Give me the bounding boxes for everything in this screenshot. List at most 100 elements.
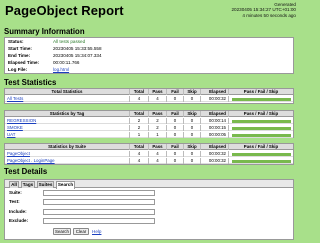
pass-fail-bar <box>232 126 291 130</box>
pass-bar-fill <box>232 159 291 163</box>
stat-skip-cell: 0 <box>183 96 200 102</box>
stat-bar-cell <box>228 118 293 124</box>
stat-elapsed-cell: 00:00:14 <box>200 118 228 124</box>
include-field-label: Include: <box>9 209 27 214</box>
tab-suites[interactable]: Suites <box>37 181 54 188</box>
stat-bar-cell <box>228 125 293 131</box>
stat-row: PageObject . LoginPage 4 4 0 0 00:00:32 <box>5 158 293 164</box>
stat-name-link[interactable]: PageObject <box>5 151 129 157</box>
exclude-field-label: Exclude: <box>9 218 29 223</box>
pass-bar-fill <box>232 126 291 130</box>
pass-bar-fill <box>232 97 291 101</box>
pass-bar-fill <box>232 119 291 123</box>
stat-header-bar: Pass / Fail / Skip <box>228 111 293 117</box>
clear-button[interactable]: Clear <box>73 228 89 235</box>
summary-label: Log File: <box>8 67 28 72</box>
stat-elapsed-cell: 00:00:15 <box>200 125 228 131</box>
stat-header-row: Statistics by Tag Total Pass Fail Skip Elapse… <box>5 111 293 117</box>
stat-fail-cell: 0 <box>166 151 183 157</box>
stat-fail-cell: 0 <box>166 125 183 131</box>
stat-row: All Tests 4 4 0 0 00:00:32 <box>5 96 293 102</box>
search-button[interactable]: Search <box>53 228 71 235</box>
stat-row: UAT 1 1 0 0 00:00:05 <box>5 132 293 138</box>
stat-header-bar: Pass / Fail / Skip <box>228 89 293 95</box>
test-field-label: Test: <box>9 199 20 204</box>
stat-skip-cell: 0 <box>183 151 200 157</box>
stat-total-cell: 4 <box>129 158 148 164</box>
stat-total-cell: 4 <box>129 96 148 102</box>
stat-skip-cell: 0 <box>183 158 200 164</box>
stat-header-skip: Skip <box>183 144 200 150</box>
summary-label: Elapsed Time: <box>8 60 40 65</box>
log-file-link[interactable]: log.html <box>53 67 69 73</box>
stat-row: PageObject 4 4 0 0 00:00:32 <box>5 151 293 157</box>
exclude-input[interactable] <box>43 218 155 224</box>
stat-pass-cell: 4 <box>148 96 166 102</box>
stat-fail-cell: 0 <box>166 96 183 102</box>
details-tab-bar: All Tags Suites Search <box>5 180 293 189</box>
stat-name-link[interactable]: All Tests <box>5 96 129 102</box>
stat-elapsed-cell: 00:00:32 <box>200 96 228 102</box>
pass-bar-fill <box>232 152 291 156</box>
stat-bar-cell <box>228 96 293 102</box>
stat-header-total: Total <box>129 144 148 150</box>
stat-row: SMOKE 2 2 0 0 00:00:15 <box>5 125 293 131</box>
stat-fail-cell: 0 <box>166 132 183 138</box>
pass-bar-fill <box>232 133 291 137</box>
suite-field-label: Suite: <box>9 190 22 195</box>
total-statistics-table: Total Statistics Total Pass Fail Skip Elapsed… <box>4 88 294 104</box>
tab-all[interactable]: All <box>9 181 19 188</box>
stat-elapsed-cell: 00:00:32 <box>200 158 228 164</box>
include-input[interactable] <box>43 209 155 215</box>
stat-header-row: Statistics by Suite Total Pass Fail Skip Elap… <box>5 144 293 150</box>
stat-name-link[interactable]: UAT <box>5 132 129 138</box>
stat-header-elapsed: Elapsed <box>200 89 228 95</box>
stat-skip-cell: 0 <box>183 125 200 131</box>
status-value: All tests passed <box>53 39 86 44</box>
summary-table: Status: All tests passed Start Time: 202… <box>4 37 294 74</box>
stat-header-name: Statistics by Tag <box>49 111 85 116</box>
end-time-value: 20230405 15:34:07.334 <box>53 53 102 58</box>
stat-name-link[interactable]: REGRESSION <box>5 118 129 124</box>
stat-header-fail: Fail <box>166 111 183 117</box>
stat-pass-cell: 4 <box>148 151 166 157</box>
stat-skip-cell: 0 <box>183 132 200 138</box>
generated-info: Generated 20230405 15:34:27 UTC+01:00 4 … <box>232 2 297 18</box>
report-header: PageObject Report Generated 20230405 15:… <box>0 0 300 22</box>
suite-input[interactable] <box>43 190 155 196</box>
stat-header-pass: Pass <box>148 89 166 95</box>
stat-fail-cell: 0 <box>166 158 183 164</box>
tab-search[interactable]: Search <box>56 181 75 189</box>
stat-total-cell: 1 <box>129 132 148 138</box>
stat-row: REGRESSION 2 2 0 0 00:00:14 <box>5 118 293 124</box>
stat-pass-cell: 4 <box>148 158 166 164</box>
pass-fail-bar <box>232 119 291 123</box>
stat-header-elapsed: Elapsed <box>200 144 228 150</box>
start-time-value: 20230405 15:33:55.558 <box>53 46 102 51</box>
suite-statistics-table: Statistics by Suite Total Pass Fail Skip Elap… <box>4 143 294 165</box>
stat-skip-cell: 0 <box>183 118 200 124</box>
stat-pass-cell: 2 <box>148 125 166 131</box>
summary-label: End Time: <box>8 53 31 58</box>
help-link[interactable]: Help <box>92 229 101 235</box>
stat-header-total: Total <box>129 111 148 117</box>
stat-header-fail: Fail <box>166 89 183 95</box>
stat-header-skip: Skip <box>183 89 200 95</box>
stat-header-bar: Pass / Fail / Skip <box>228 144 293 150</box>
stat-bar-cell <box>228 151 293 157</box>
stat-fail-cell: 0 <box>166 118 183 124</box>
statistics-heading: Test Statistics <box>4 78 57 87</box>
pass-fail-bar <box>232 152 291 156</box>
test-details-panel: All Tags Suites Search Suite: Test: Incl… <box>4 179 294 240</box>
stat-header-elapsed: Elapsed <box>200 111 228 117</box>
tab-tags[interactable]: Tags <box>21 181 35 188</box>
generated-ago: 4 minutes 50 seconds ago <box>242 12 296 18</box>
stat-name-link[interactable]: SMOKE <box>5 125 129 131</box>
test-input[interactable] <box>43 199 155 205</box>
stat-bar-cell <box>228 132 293 138</box>
stat-header-pass: Pass <box>148 111 166 117</box>
stat-bar-cell <box>228 158 293 164</box>
elapsed-value: 00:00:11.766 <box>53 60 80 65</box>
stat-name-link[interactable]: PageObject . LoginPage <box>5 158 129 164</box>
stat-elapsed-cell: 00:00:32 <box>200 151 228 157</box>
